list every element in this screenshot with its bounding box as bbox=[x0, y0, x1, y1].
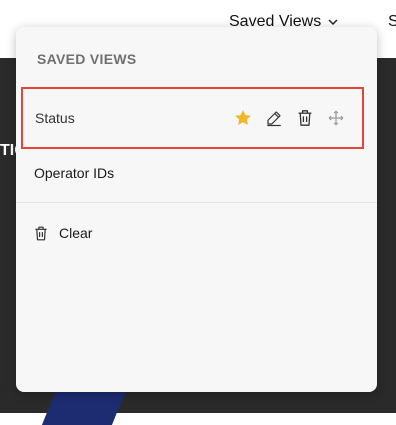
trash-icon bbox=[35, 226, 47, 240]
saved-view-label: Operator IDs bbox=[34, 165, 115, 181]
delete-trash-icon[interactable] bbox=[295, 108, 315, 128]
edit-pencil-icon[interactable] bbox=[264, 108, 284, 128]
saved-view-label: Status bbox=[35, 110, 75, 126]
clear-label: Clear bbox=[59, 225, 93, 241]
saved-view-item-status[interactable]: Status bbox=[21, 87, 364, 149]
saved-views-panel: SAVED VIEWS Status Operator IDs Clear bbox=[16, 27, 377, 392]
panel-title: SAVED VIEWS bbox=[37, 51, 137, 67]
favorite-star-icon[interactable] bbox=[233, 108, 253, 128]
drag-move-icon[interactable] bbox=[326, 108, 346, 128]
saved-view-actions bbox=[233, 108, 346, 128]
next-toolbar-item[interactable]: S bbox=[388, 13, 396, 31]
saved-view-item-operator-ids[interactable]: Operator IDs bbox=[16, 145, 377, 201]
clear-views-button[interactable]: Clear bbox=[34, 219, 92, 247]
divider bbox=[16, 202, 377, 203]
